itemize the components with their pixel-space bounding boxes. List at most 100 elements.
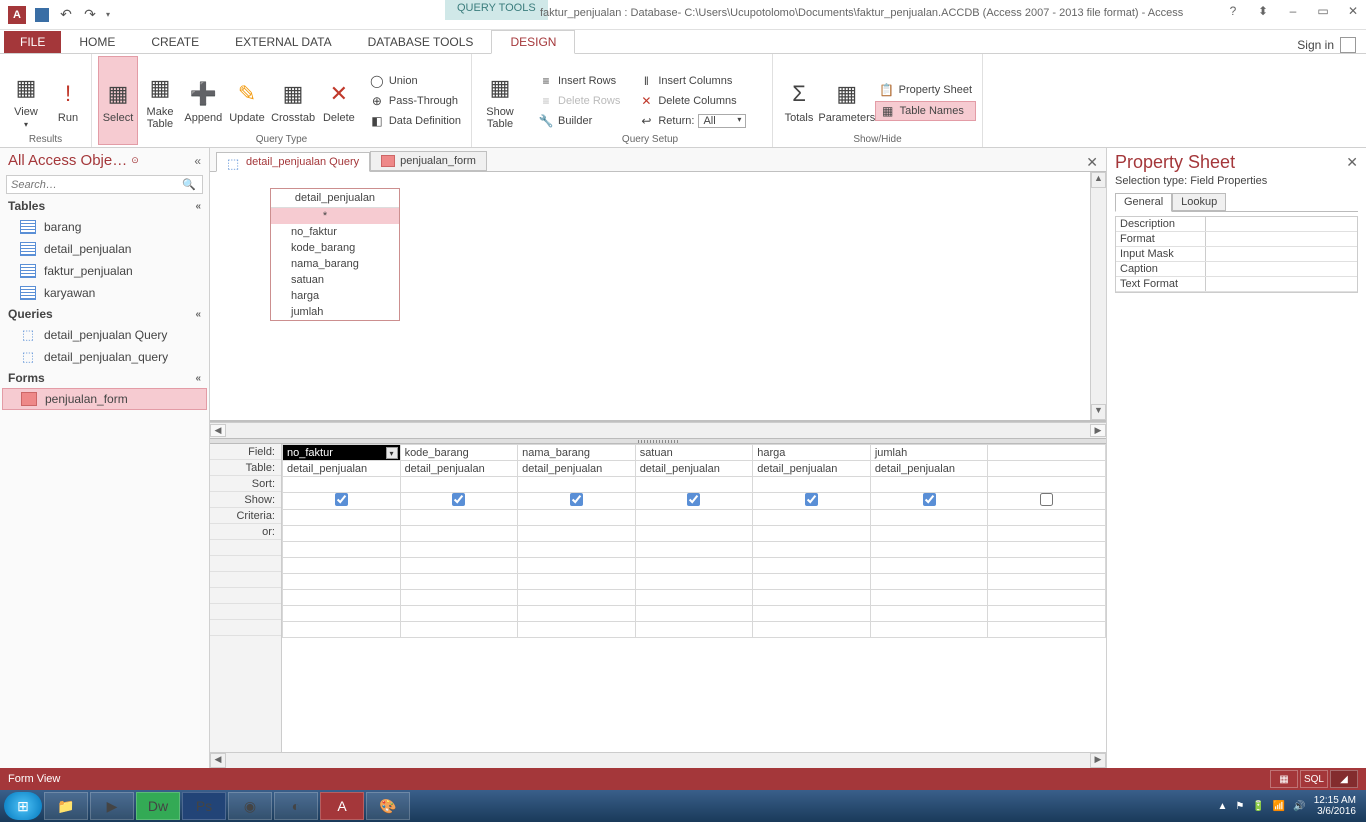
signin-link[interactable]: Sign in [1297, 37, 1356, 53]
grid-cell[interactable] [988, 622, 1106, 638]
save-icon[interactable] [34, 7, 50, 23]
nav-collapse-icon[interactable]: « [194, 154, 201, 168]
union-button[interactable]: ◯Union [365, 72, 465, 90]
doc-close-button[interactable]: ✕ [1086, 154, 1098, 171]
grid-cell[interactable]: kode_barang [400, 445, 518, 461]
run-button[interactable]: ! Run [48, 56, 88, 145]
grid-cell[interactable] [283, 510, 401, 526]
file-tab[interactable]: FILE [4, 31, 61, 53]
grid-cell[interactable] [870, 590, 988, 606]
property-row[interactable]: Format [1116, 232, 1357, 247]
passthrough-button[interactable]: ⊕Pass-Through [365, 92, 465, 110]
taskbar-dreamweaver[interactable]: Dw [136, 792, 180, 820]
grid-cell[interactable] [753, 542, 871, 558]
field-dropdown-icon[interactable]: ▾ [386, 447, 398, 459]
search-icon[interactable]: 🔍 [176, 176, 202, 193]
grid-cell[interactable] [283, 526, 401, 542]
property-row[interactable]: Description [1116, 217, 1357, 232]
append-button[interactable]: ➕ Append [182, 56, 225, 145]
grid-cell[interactable] [870, 622, 988, 638]
return-control[interactable]: ↩ Return: All▾ [634, 112, 750, 130]
property-sheet-button[interactable]: 📋Property Sheet [875, 81, 976, 99]
nav-item-detail-penjualan[interactable]: detail_penjualan [0, 238, 209, 260]
taskbar-chrome[interactable]: ◉ [228, 792, 272, 820]
taskbar-photoshop[interactable]: Ps [182, 792, 226, 820]
grid-cell[interactable] [988, 493, 1106, 510]
grid-cell[interactable] [870, 510, 988, 526]
grid-cell[interactable] [283, 606, 401, 622]
grid-cell[interactable] [283, 590, 401, 606]
grid-cell[interactable] [988, 510, 1106, 526]
grid-cell[interactable] [400, 590, 518, 606]
grid-cell[interactable]: detail_penjualan [635, 461, 753, 477]
grid-cell[interactable] [518, 477, 636, 493]
data-definition-button[interactable]: ◧Data Definition [365, 112, 465, 130]
grid-cell[interactable] [400, 622, 518, 638]
property-tab-lookup[interactable]: Lookup [1172, 193, 1226, 211]
grid-cell[interactable] [400, 606, 518, 622]
minimize-button[interactable]: – [1284, 4, 1302, 18]
update-button[interactable]: ✎ Update [227, 56, 268, 145]
grid-cell[interactable] [518, 590, 636, 606]
collapse-icon[interactable]: « [195, 201, 201, 212]
grid-cell[interactable] [518, 542, 636, 558]
grid-cell[interactable] [283, 493, 401, 510]
tray-battery-icon[interactable]: 🔋 [1252, 801, 1264, 812]
upper-horizontal-scrollbar[interactable]: ◀▶ [210, 422, 1106, 438]
show-checkbox[interactable] [1040, 493, 1053, 506]
select-query-button[interactable]: ▦ Select [98, 56, 138, 145]
grid-cell[interactable] [988, 542, 1106, 558]
doc-tab-form[interactable]: penjualan_form [370, 151, 487, 171]
show-checkbox[interactable] [452, 493, 465, 506]
show-checkbox[interactable] [335, 493, 348, 506]
grid-cell[interactable] [635, 606, 753, 622]
field-item[interactable]: nama_barang [271, 256, 399, 272]
grid-cell[interactable] [283, 542, 401, 558]
taskbar-media[interactable]: ▶ [90, 792, 134, 820]
nav-item-faktur-penjualan[interactable]: faktur_penjualan [0, 260, 209, 282]
grid-cell[interactable] [753, 477, 871, 493]
field-item[interactable]: no_faktur [271, 224, 399, 240]
nav-group-tables[interactable]: Tables« [0, 196, 209, 216]
collapse-icon[interactable]: « [195, 373, 201, 384]
grid-cell[interactable] [518, 510, 636, 526]
grid-cell[interactable] [635, 558, 753, 574]
grid-cell[interactable] [753, 574, 871, 590]
grid-cell[interactable] [870, 493, 988, 510]
search-input[interactable] [7, 176, 176, 193]
grid-cell[interactable] [635, 542, 753, 558]
grid-cell[interactable] [753, 510, 871, 526]
nav-dropdown-icon[interactable]: ⊙ [131, 155, 139, 166]
tab-design[interactable]: DESIGN [491, 30, 575, 54]
view-sql-button[interactable]: SQL [1300, 770, 1328, 788]
collapse-icon[interactable]: « [195, 309, 201, 320]
doc-tab-query[interactable]: detail_penjualan Query [216, 152, 370, 172]
vertical-scrollbar[interactable]: ▲▼ [1090, 172, 1106, 420]
grid-cell[interactable] [400, 558, 518, 574]
view-button[interactable]: ▦ View ▾ [6, 56, 46, 145]
grid-cell[interactable] [518, 558, 636, 574]
grid-cell[interactable] [400, 574, 518, 590]
insert-rows-button[interactable]: ≡Insert Rows [534, 72, 624, 90]
grid-cell[interactable]: nama_barang [518, 445, 636, 461]
tab-home[interactable]: HOME [61, 31, 133, 53]
grid-cell[interactable] [400, 477, 518, 493]
table-names-button[interactable]: ▦Table Names [875, 101, 976, 121]
grid-cell[interactable] [518, 606, 636, 622]
grid-cell[interactable] [988, 445, 1106, 461]
property-row[interactable]: Input Mask [1116, 247, 1357, 262]
taskbar-explorer[interactable]: 📁 [44, 792, 88, 820]
property-row[interactable]: Text Format [1116, 277, 1357, 292]
grid-cell[interactable] [753, 622, 871, 638]
property-tab-general[interactable]: General [1115, 193, 1172, 212]
query-design-upper-pane[interactable]: detail_penjualan * no_faktur kode_barang… [210, 172, 1106, 422]
tray-flag-icon[interactable]: ⚑ [1235, 801, 1244, 812]
grid-cell[interactable] [753, 493, 871, 510]
ribbon-collapse-button[interactable]: ⬍ [1254, 4, 1272, 18]
grid-cell[interactable] [635, 493, 753, 510]
grid-cell[interactable] [870, 558, 988, 574]
field-item[interactable]: jumlah [271, 304, 399, 320]
delete-columns-button[interactable]: ✕Delete Columns [634, 92, 750, 110]
parameters-button[interactable]: ▦ Parameters [821, 56, 873, 145]
taskbar-access[interactable]: A [320, 792, 364, 820]
